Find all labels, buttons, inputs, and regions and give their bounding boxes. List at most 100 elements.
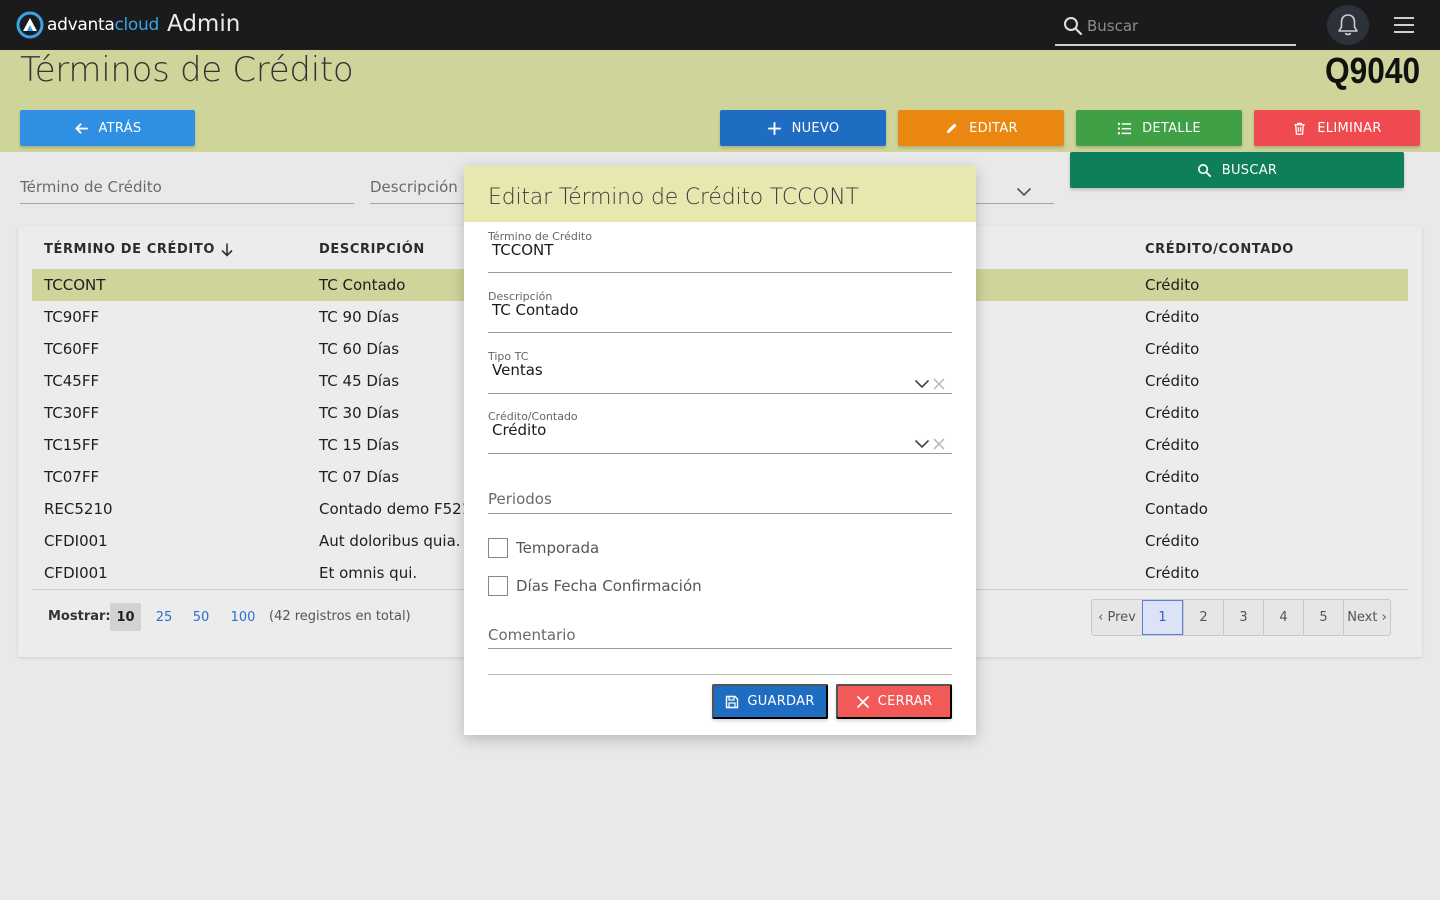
cell-credit-cash: Crédito: [1145, 372, 1200, 390]
tipo-tc-select[interactable]: Tipo TC Ventas: [488, 350, 952, 394]
page-size-100[interactable]: 100: [226, 603, 260, 631]
column-header-description[interactable]: DESCRIPCIÓN: [319, 242, 425, 257]
term-field[interactable]: Término de Crédito TCCONT: [488, 230, 952, 273]
brand-logo[interactable]: advantacloud: [16, 11, 159, 39]
dias-confirmacion-label: Días Fecha Confirmación: [516, 577, 702, 595]
logo-wordmark: advantacloud: [47, 15, 159, 35]
new-button-label: NUEVO: [791, 120, 840, 136]
page-4-button[interactable]: 4: [1263, 600, 1303, 635]
term-field-value: TCCONT: [492, 241, 554, 259]
next-page-button[interactable]: Next ›: [1343, 600, 1390, 635]
term-filter-input[interactable]: Término de Crédito: [20, 178, 354, 204]
cell-credit-cash: Crédito: [1145, 308, 1200, 326]
temporada-checkbox-box[interactable]: [488, 538, 508, 558]
chevron-down-icon[interactable]: [914, 439, 930, 449]
temporada-label: Temporada: [516, 539, 600, 557]
close-icon: [856, 695, 869, 708]
detail-button[interactable]: DETALLE: [1076, 110, 1242, 146]
save-button[interactable]: GUARDAR: [712, 684, 828, 719]
periodos-field[interactable]: Periodos: [488, 488, 952, 514]
pagination: ‹ Prev 1 2 3 4 5 Next ›: [1091, 599, 1391, 636]
edit-button-label: EDITAR: [969, 120, 1018, 136]
logo-icon: [16, 11, 44, 39]
cell-description: TC 45 Días: [319, 372, 400, 390]
clear-icon[interactable]: [932, 377, 946, 391]
dias-confirmacion-checkbox[interactable]: Días Fecha Confirmación: [488, 576, 702, 596]
description-filter-placeholder: Descripción: [370, 178, 458, 196]
hamburger-menu-icon[interactable]: [1393, 15, 1415, 35]
description-field-value: TC Contado: [492, 301, 579, 319]
search-button[interactable]: BUSCAR: [1070, 152, 1404, 188]
close-button[interactable]: CERRAR: [836, 684, 952, 719]
close-button-label: CERRAR: [877, 694, 933, 709]
total-records: (42 registros en total): [269, 609, 411, 624]
plus-icon: [767, 121, 781, 135]
page-5-button[interactable]: 5: [1303, 600, 1343, 635]
detail-button-label: DETALLE: [1142, 120, 1201, 136]
page-2-button[interactable]: 2: [1183, 600, 1223, 635]
new-button[interactable]: NUEVO: [720, 110, 886, 146]
cell-credit-cash: Crédito: [1145, 532, 1200, 550]
page-1-button[interactable]: 1: [1142, 600, 1183, 635]
delete-button-label: ELIMINAR: [1317, 120, 1382, 136]
modal-divider: [488, 674, 952, 675]
cell-credit-cash: Crédito: [1145, 564, 1200, 582]
cell-term: REC5210: [44, 500, 113, 518]
cell-description: TC 15 Días: [319, 436, 400, 454]
cell-credit-cash: Contado: [1145, 500, 1208, 518]
cell-description: Contado demo F5210: [319, 500, 481, 518]
app-title: Admin: [167, 11, 241, 37]
search-input[interactable]: [1087, 14, 1287, 38]
cell-term: TC90FF: [44, 308, 100, 326]
page-size-25[interactable]: 25: [150, 603, 178, 631]
global-search[interactable]: [1055, 6, 1296, 46]
cell-term: TC07FF: [44, 468, 100, 486]
bell-icon: [1338, 14, 1358, 36]
modal-header: Editar Término de Crédito TCCONT: [464, 166, 976, 222]
credit-cash-value: Crédito: [492, 421, 547, 439]
cell-credit-cash: Crédito: [1145, 276, 1200, 294]
credit-cash-select[interactable]: Crédito/Contado Crédito: [488, 410, 952, 454]
description-field[interactable]: Descripción TC Contado: [488, 290, 952, 333]
term-filter-placeholder: Término de Crédito: [20, 178, 162, 196]
cell-term: TC15FF: [44, 436, 100, 454]
page-size-label: Mostrar:: [48, 609, 111, 624]
list-icon: [1118, 122, 1132, 134]
chevron-down-icon[interactable]: [914, 379, 930, 389]
edit-button[interactable]: EDITAR: [898, 110, 1064, 146]
column-header-term[interactable]: TÉRMINO DE CRÉDITO: [44, 242, 233, 257]
cell-term: TC60FF: [44, 340, 100, 358]
pencil-icon: [946, 122, 957, 133]
periodos-placeholder: Periodos: [488, 490, 552, 508]
back-button[interactable]: ATRÁS: [20, 110, 195, 146]
notifications-button[interactable]: [1327, 5, 1369, 45]
floppy-disk-icon: [726, 695, 739, 708]
cell-description: TC 90 Días: [319, 308, 400, 326]
cell-description: TC 30 Días: [319, 404, 400, 422]
page-3-button[interactable]: 3: [1223, 600, 1263, 635]
cell-description: TC 60 Días: [319, 340, 400, 358]
prev-page-button[interactable]: ‹ Prev: [1092, 600, 1142, 635]
cell-description: Aut doloribus quia.: [319, 532, 461, 550]
arrow-down-icon: [221, 242, 233, 257]
page-size-10[interactable]: 10: [110, 603, 141, 631]
arrow-left-icon: [74, 122, 88, 134]
modal-title: Editar Término de Crédito TCCONT: [488, 185, 859, 210]
clear-icon[interactable]: [932, 437, 946, 451]
dias-confirmacion-checkbox-box[interactable]: [488, 576, 508, 596]
tipo-tc-value: Ventas: [492, 361, 543, 379]
temporada-checkbox[interactable]: Temporada: [488, 538, 599, 558]
delete-button[interactable]: ELIMINAR: [1254, 110, 1420, 146]
page-size-50[interactable]: 50: [187, 603, 215, 631]
search-icon: [1197, 163, 1211, 177]
save-button-label: GUARDAR: [747, 694, 815, 709]
page-title: Términos de Crédito: [20, 50, 354, 90]
column-header-credit-cash[interactable]: CRÉDITO/CONTADO: [1145, 242, 1294, 257]
type-filter-select[interactable]: [976, 178, 1054, 204]
cell-term: TC45FF: [44, 372, 100, 390]
search-icon: [1064, 17, 1083, 36]
comentario-field[interactable]: Comentario: [488, 624, 952, 649]
comentario-placeholder: Comentario: [488, 626, 576, 644]
cell-term: CFDI001: [44, 532, 108, 550]
back-button-label: ATRÁS: [98, 120, 142, 136]
